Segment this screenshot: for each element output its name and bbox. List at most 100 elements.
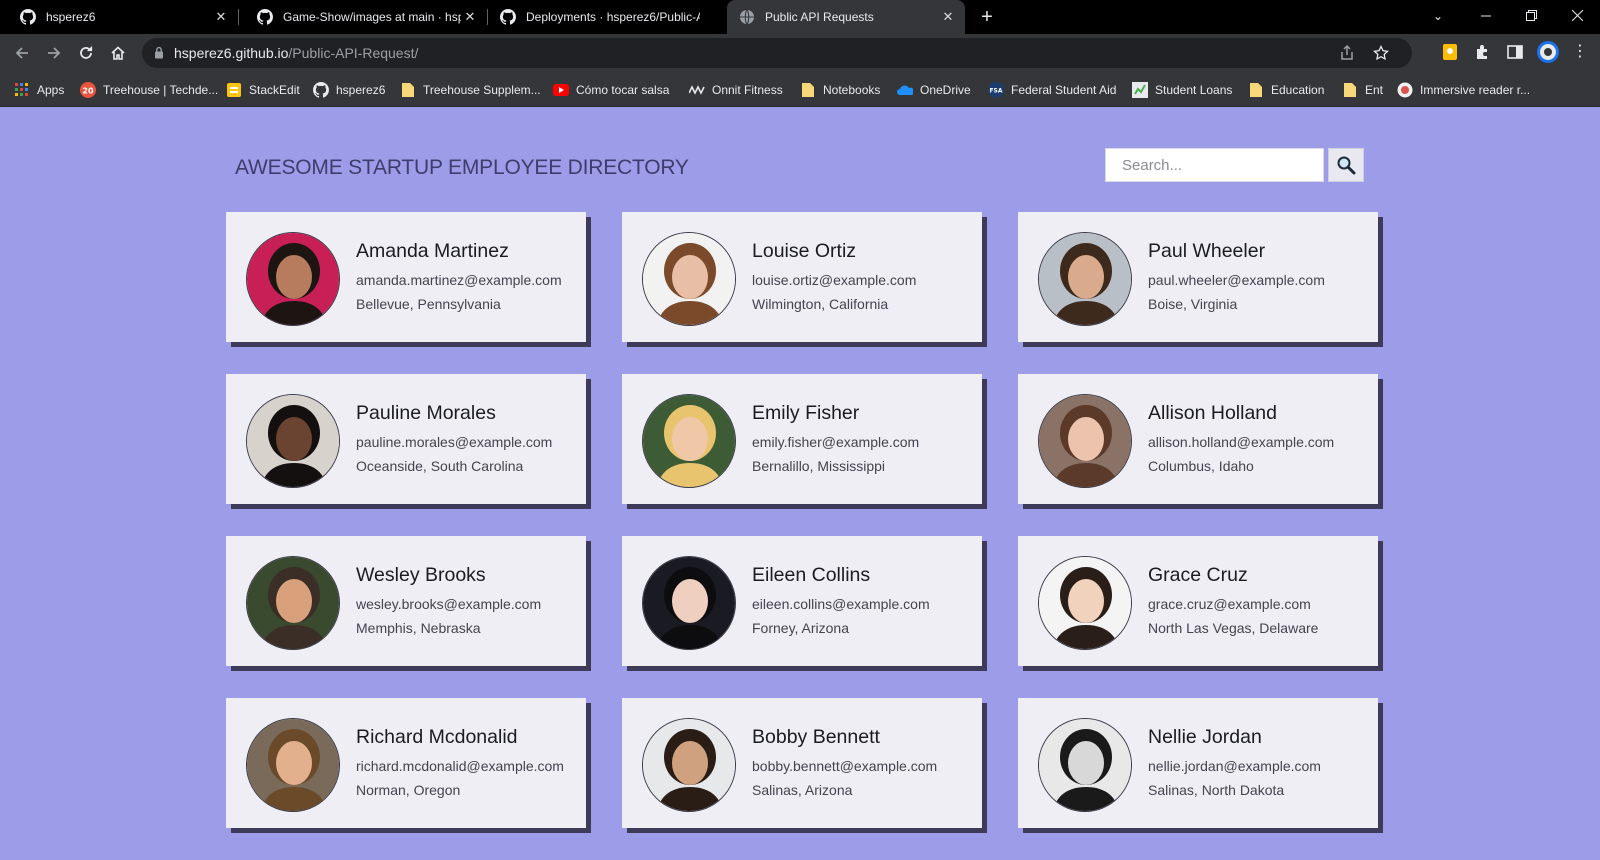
apps-grid-icon bbox=[14, 82, 30, 98]
employee-email: grace.cruz@example.com bbox=[1148, 596, 1311, 612]
bookmark-student-loans[interactable]: Student Loans bbox=[1132, 81, 1232, 99]
employee-email: pauline.morales@example.com bbox=[356, 434, 553, 450]
back-button[interactable] bbox=[8, 39, 36, 67]
employee-card[interactable]: Amanda Martinez amanda.martinez@example.… bbox=[226, 212, 586, 342]
bookmark-apps[interactable]: Apps bbox=[14, 81, 64, 99]
url-path: /Public-API-Request/ bbox=[288, 45, 419, 61]
employee-avatar bbox=[642, 718, 736, 812]
employee-card[interactable]: Richard Mcdonalid richard.mcdonalid@exam… bbox=[226, 698, 586, 828]
close-icon[interactable]: ✕ bbox=[939, 9, 957, 25]
home-button[interactable] bbox=[104, 39, 132, 67]
employee-email: paul.wheeler@example.com bbox=[1148, 272, 1325, 288]
employee-email: emily.fisher@example.com bbox=[752, 434, 920, 450]
bookmark-star-icon[interactable] bbox=[1373, 45, 1389, 61]
employee-location: Memphis, Nebraska bbox=[356, 620, 481, 636]
minimize-icon bbox=[1481, 15, 1491, 17]
employee-avatar bbox=[1038, 232, 1132, 326]
browser-tab-active[interactable]: Public API Requests ✕ bbox=[727, 0, 965, 34]
share-icon[interactable] bbox=[1339, 45, 1355, 61]
address-bar[interactable]: hsperez6.github.io/Public-API-Request/ bbox=[142, 38, 1412, 68]
employee-info: Bobby Bennett bobby.bennett@example.com … bbox=[752, 726, 937, 798]
close-icon[interactable]: ✕ bbox=[461, 9, 479, 25]
bookmark-onedrive[interactable]: OneDrive bbox=[897, 81, 971, 99]
employee-location: Salinas, North Dakota bbox=[1148, 782, 1285, 798]
browser-tab[interactable]: hsperez6 ✕ bbox=[0, 0, 238, 34]
employee-avatar bbox=[642, 232, 736, 326]
employee-location: Bernalillo, Mississippi bbox=[752, 458, 886, 474]
bookmark-onnit[interactable]: Onnit Fitness bbox=[689, 81, 783, 99]
close-icon[interactable]: ✕ bbox=[212, 9, 230, 25]
minimize-button[interactable] bbox=[1464, 0, 1508, 34]
employee-info: Nellie Jordan nellie.jordan@example.com … bbox=[1148, 726, 1321, 798]
bookmark-folder[interactable]: Ent bbox=[1342, 81, 1383, 99]
employee-info: Allison Holland allison.holland@example.… bbox=[1148, 402, 1334, 474]
magnifier-icon bbox=[1337, 156, 1356, 175]
forward-button[interactable] bbox=[40, 39, 68, 67]
folder-icon bbox=[1342, 82, 1358, 98]
restore-icon bbox=[1525, 10, 1537, 21]
employee-card[interactable]: Allison Holland allison.holland@example.… bbox=[1018, 374, 1378, 504]
employee-email: amanda.martinez@example.com bbox=[356, 272, 562, 288]
search-input[interactable] bbox=[1105, 148, 1324, 182]
bookmark-treehouse[interactable]: 20 Treehouse | Techde... bbox=[80, 81, 218, 99]
employee-card[interactable]: Paul Wheeler paul.wheeler@example.com Bo… bbox=[1018, 212, 1378, 342]
employee-card[interactable]: Wesley Brooks wesley.brooks@example.com … bbox=[226, 536, 586, 666]
employee-avatar bbox=[246, 394, 340, 488]
keep-extension-icon[interactable] bbox=[1441, 43, 1461, 63]
bookmark-folder[interactable]: Treehouse Supplem... bbox=[400, 81, 541, 99]
employee-card[interactable]: Grace Cruz grace.cruz@example.com North … bbox=[1018, 536, 1378, 666]
employee-name: Allison Holland bbox=[1148, 402, 1277, 424]
employee-name: Eileen Collins bbox=[752, 564, 871, 586]
bookmark-label: Notebooks bbox=[823, 83, 881, 97]
tab-strip: hsperez6 ✕ Game-Show/images at main · hs… bbox=[0, 0, 1600, 34]
browser-tab[interactable]: Game-Show/images at main · hsperez6/Game… bbox=[239, 0, 487, 34]
employee-card[interactable]: Nellie Jordan nellie.jordan@example.com … bbox=[1018, 698, 1378, 828]
search-button[interactable] bbox=[1328, 148, 1364, 182]
profile-avatar-icon[interactable] bbox=[1536, 40, 1560, 64]
employee-card[interactable]: Bobby Bennett bobby.bennett@example.com … bbox=[622, 698, 982, 828]
browser-tab[interactable]: Deployments · hsperez6/Public-API-Reques… bbox=[488, 0, 726, 34]
bookmark-stackedit[interactable]: StackEdit bbox=[226, 81, 300, 99]
bookmark-label: Cómo tocar salsa bbox=[576, 83, 670, 97]
reload-button[interactable] bbox=[72, 39, 100, 67]
employee-location: Boise, Virginia bbox=[1148, 296, 1238, 312]
bookmark-folder[interactable]: Notebooks bbox=[800, 81, 880, 99]
restore-button[interactable] bbox=[1509, 0, 1553, 34]
folder-icon bbox=[1248, 82, 1264, 98]
employee-card[interactable]: Pauline Morales pauline.morales@example.… bbox=[226, 374, 586, 504]
bookmark-label: Education bbox=[1271, 83, 1325, 97]
employee-info: Emily Fisher emily.fisher@example.com Be… bbox=[752, 402, 919, 474]
onnit-icon bbox=[689, 82, 705, 98]
employee-info: Richard Mcdonalid richard.mcdonalid@exam… bbox=[356, 726, 564, 798]
employee-card[interactable]: Louise Ortiz louise.ortiz@example.com Wi… bbox=[622, 212, 982, 342]
employee-email: wesley.brooks@example.com bbox=[356, 596, 542, 612]
bookmark-hsperez6[interactable]: hsperez6 bbox=[313, 81, 385, 99]
bookmark-label: StackEdit bbox=[249, 83, 300, 97]
extensions-icon[interactable] bbox=[1474, 43, 1494, 63]
employee-info: Grace Cruz grace.cruz@example.com North … bbox=[1148, 564, 1318, 636]
bookmark-immersive-reader[interactable]: Immersive reader r... bbox=[1397, 81, 1530, 99]
employee-email: bobby.bennett@example.com bbox=[752, 758, 938, 774]
kebab-menu-icon[interactable]: ⋮ bbox=[1570, 43, 1590, 63]
employee-location: Oceanside, South Carolina bbox=[356, 458, 524, 474]
svg-text:20: 20 bbox=[82, 87, 94, 96]
bookmark-label: Federal Student Aid bbox=[1011, 83, 1117, 97]
bookmark-folder[interactable]: Education bbox=[1248, 81, 1324, 99]
employee-location: Salinas, Arizona bbox=[752, 782, 853, 798]
employee-name: Bobby Bennett bbox=[752, 726, 880, 748]
bookmark-fsa[interactable]: FSA Federal Student Aid bbox=[988, 81, 1116, 99]
side-panel-icon[interactable] bbox=[1506, 43, 1526, 63]
employee-email: eileen.collins@example.com bbox=[752, 596, 930, 612]
close-window-button[interactable] bbox=[1555, 0, 1599, 34]
new-tab-button[interactable]: + bbox=[974, 4, 1000, 30]
reload-icon bbox=[80, 46, 93, 59]
employee-name: Nellie Jordan bbox=[1148, 726, 1262, 748]
stackedit-icon bbox=[226, 82, 242, 98]
employee-card[interactable]: Eileen Collins eileen.collins@example.co… bbox=[622, 536, 982, 666]
tab-search-icon[interactable]: ⌄ bbox=[1416, 0, 1460, 34]
employee-card[interactable]: Emily Fisher emily.fisher@example.com Be… bbox=[622, 374, 982, 504]
bookmark-youtube[interactable]: Cómo tocar salsa bbox=[553, 81, 669, 99]
employee-name: Pauline Morales bbox=[356, 402, 496, 424]
employee-avatar bbox=[1038, 556, 1132, 650]
employee-location: Wilmington, California bbox=[752, 296, 889, 312]
